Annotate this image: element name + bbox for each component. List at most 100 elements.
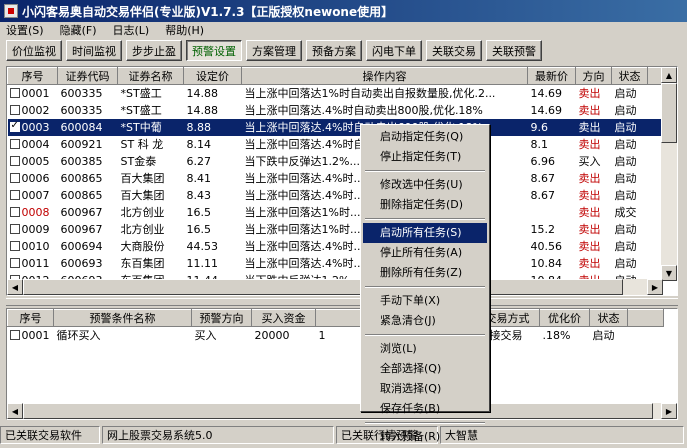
table-row[interactable]: 0010 600694 大商股份 44.53 当上涨中回落达.4%时... 40.56 卖出… bbox=[8, 238, 664, 255]
context-menu-item[interactable]: 手动下单(X) bbox=[363, 291, 487, 311]
scroll-thumb[interactable] bbox=[23, 403, 653, 419]
scroll-thumb[interactable] bbox=[23, 279, 623, 295]
column-header[interactable]: 状态 bbox=[611, 67, 648, 85]
column-header[interactable]: 序号 bbox=[7, 67, 58, 85]
task-horizontal-scrollbar[interactable]: ◀ ▶ bbox=[7, 279, 663, 295]
alert-table-panel: 序号预警条件名称预警方向买入资金买入仓数交易方式优化价状态 0001循环买入买入… bbox=[6, 308, 678, 420]
row-checkbox[interactable] bbox=[9, 172, 20, 183]
status-cell: 启动 bbox=[614, 240, 637, 253]
row-checkbox[interactable] bbox=[9, 257, 20, 268]
toolbar-button-4[interactable]: 方案管理 bbox=[246, 40, 302, 61]
row-number-cell[interactable]: 0005 bbox=[8, 153, 58, 170]
context-menu-item[interactable]: 启动指定任务(Q) bbox=[363, 127, 487, 147]
scroll-up-icon[interactable]: ▲ bbox=[661, 67, 677, 83]
column-header[interactable]: 最新价 bbox=[527, 67, 576, 85]
toolbar-button-0[interactable]: 价位监视 bbox=[6, 40, 62, 61]
column-header[interactable]: 优化价 bbox=[539, 309, 590, 327]
context-menu-item[interactable]: 删除所有任务(Z) bbox=[363, 263, 487, 283]
toolbar-button-1[interactable]: 时间监视 bbox=[66, 40, 122, 61]
row-checkbox[interactable] bbox=[9, 120, 20, 132]
context-menu-item[interactable]: 保存任务(B) bbox=[363, 399, 487, 419]
row-checkbox[interactable] bbox=[9, 329, 20, 340]
column-header-extra[interactable] bbox=[627, 309, 664, 327]
context-menu-item[interactable]: 转入预备(R) bbox=[363, 427, 487, 447]
column-header[interactable]: 状态 bbox=[589, 309, 628, 327]
table-row[interactable]: 0008 600967 北方创业 16.5 当上涨中回落达1%时... 卖出 成交 bbox=[8, 204, 664, 221]
table-row[interactable]: 0006 600865 百大集团 8.41 当上涨中回落达.4%时... 8.67 卖出 启动 bbox=[8, 170, 664, 187]
column-header[interactable]: 预警条件名称 bbox=[53, 309, 192, 327]
scroll-right-icon[interactable]: ▶ bbox=[661, 403, 677, 419]
panel-splitter[interactable] bbox=[6, 298, 678, 306]
alert-horizontal-scrollbar[interactable]: ◀ ▶ bbox=[7, 403, 677, 419]
table-row[interactable]: 0011 600693 东百集团 11.11 当上涨中回落达.4%时... 10.84 卖出… bbox=[8, 255, 664, 272]
column-header[interactable]: 证券代码 bbox=[57, 67, 118, 85]
code-cell: 600967 bbox=[60, 222, 103, 236]
context-menu-item[interactable]: 全部选择(Q) bbox=[363, 359, 487, 379]
table-row[interactable]: 0001 600335 *ST盛工 14.88 当上涨中回落达1%时自动卖出自报数量股,… bbox=[8, 85, 664, 102]
toolbar-button-5[interactable]: 预备方案 bbox=[306, 40, 362, 61]
toolbar-button-6[interactable]: 闪电下单 bbox=[366, 40, 422, 61]
table-row[interactable]: 0009 600967 北方创业 16.5 当上涨中回落达1%时... 15.2 卖出 启动 bbox=[8, 221, 664, 238]
scroll-left-icon[interactable]: ◀ bbox=[7, 403, 23, 419]
column-header[interactable]: 设定价 bbox=[183, 67, 242, 85]
context-menu-item[interactable]: 紧急清仓(J) bbox=[363, 311, 487, 331]
scroll-left-icon[interactable]: ◀ bbox=[7, 279, 23, 295]
direction-cell: 卖出 bbox=[578, 223, 601, 236]
column-header[interactable]: 买入资金 bbox=[251, 309, 316, 327]
context-menu-item[interactable]: 取消选择(Q) bbox=[363, 379, 487, 399]
latest-price-cell: 6.96 bbox=[530, 154, 556, 168]
context-menu-item[interactable]: 修改选中任务(U) bbox=[363, 175, 487, 195]
table-row[interactable]: 0007 600865 百大集团 8.43 当上涨中回落达.4%时... 8.67 卖出 启动 bbox=[8, 187, 664, 204]
column-header[interactable]: 预警方向 bbox=[191, 309, 252, 327]
scroll-thumb[interactable] bbox=[661, 83, 677, 143]
code-cell: 600865 bbox=[60, 171, 103, 185]
menu-item-2[interactable]: 日志(L) bbox=[113, 22, 150, 38]
table-row[interactable]: 0004 600921 ST 科 龙 8.14 当上涨中回落达.4%时自动卖出... 8.… bbox=[8, 136, 664, 153]
row-checkbox[interactable] bbox=[9, 87, 20, 98]
row-number-cell[interactable]: 0008 bbox=[8, 204, 58, 221]
menu-item-0[interactable]: 设置(S) bbox=[6, 22, 44, 38]
context-menu-item[interactable]: 停止指定任务(T) bbox=[363, 147, 487, 167]
row-number-cell[interactable]: 0002 bbox=[8, 102, 58, 119]
row-checkbox[interactable] bbox=[9, 138, 20, 149]
context-menu-item[interactable]: 停止所有任务(A) bbox=[363, 243, 487, 263]
toolbar-button-2[interactable]: 步步止盈 bbox=[126, 40, 182, 61]
row-checkbox[interactable] bbox=[9, 104, 20, 115]
menu-item-3[interactable]: 帮助(H) bbox=[165, 22, 204, 38]
row-number-cell[interactable]: 0011 bbox=[8, 255, 58, 272]
context-menu-item[interactable]: 删除指定任务(D) bbox=[363, 195, 487, 215]
menu-item-1[interactable]: 隐藏(F) bbox=[60, 22, 97, 38]
task-table-panel: 序号 证券代码 证券名称 设定价 操作内容 最新价 方向 状态 0001 600335 *ST盛工… bbox=[6, 66, 678, 296]
row-checkbox[interactable] bbox=[9, 155, 20, 166]
table-row[interactable]: 0001 循环买入 买入 20000 1 直接交易 .18% 启动 bbox=[8, 327, 664, 344]
row-checkbox[interactable] bbox=[9, 240, 20, 251]
row-number-cell[interactable]: 0001 bbox=[8, 85, 58, 102]
row-number-cell[interactable]: 0004 bbox=[8, 136, 58, 153]
column-header[interactable]: 操作内容 bbox=[241, 67, 528, 85]
context-menu-item[interactable]: 浏览(L) bbox=[363, 339, 487, 359]
context-menu-item[interactable]: 启动所有任务(S) bbox=[363, 223, 487, 243]
row-number-cell[interactable]: 0010 bbox=[8, 238, 58, 255]
column-header[interactable]: 序号 bbox=[7, 309, 54, 327]
task-vertical-scrollbar[interactable]: ▲ ▼ bbox=[661, 67, 677, 281]
row-number-cell[interactable]: 0003 bbox=[7, 118, 58, 136]
row-number-cell[interactable]: 0001 bbox=[8, 327, 54, 344]
row-number-cell[interactable]: 0007 bbox=[8, 187, 58, 204]
toolbar-button-3[interactable]: 预警设置 bbox=[186, 40, 242, 61]
scroll-right-icon[interactable]: ▶ bbox=[647, 279, 663, 295]
column-header[interactable]: 方向 bbox=[575, 67, 612, 85]
table-row[interactable]: 0005 600385 ST金泰 6.27 当下跌中反弹达1.2%... 6.96 买入 启动 bbox=[8, 153, 664, 170]
table-row[interactable]: 0002 600335 *ST盛工 14.88 当上涨中回落达.4%时自动卖出800股,… bbox=[8, 102, 664, 119]
row-number-cell[interactable]: 0009 bbox=[8, 221, 58, 238]
status-cell: 启动 bbox=[614, 104, 637, 117]
row-checkbox[interactable] bbox=[9, 206, 20, 217]
row-number-cell[interactable]: 0006 bbox=[8, 170, 58, 187]
row-checkbox[interactable] bbox=[9, 223, 20, 234]
scroll-down-icon[interactable]: ▼ bbox=[661, 265, 677, 281]
toolbar-button-8[interactable]: 关联预警 bbox=[486, 40, 542, 61]
row-checkbox[interactable] bbox=[9, 189, 20, 200]
toolbar-button-7[interactable]: 关联交易 bbox=[426, 40, 482, 61]
column-header[interactable]: 证券名称 bbox=[117, 67, 184, 85]
name-cell: 北方创业 bbox=[120, 223, 165, 236]
table-row[interactable]: 0003600084*ST中葡8.88当上涨中回落达.4%时自动卖出600股,优… bbox=[7, 118, 664, 136]
